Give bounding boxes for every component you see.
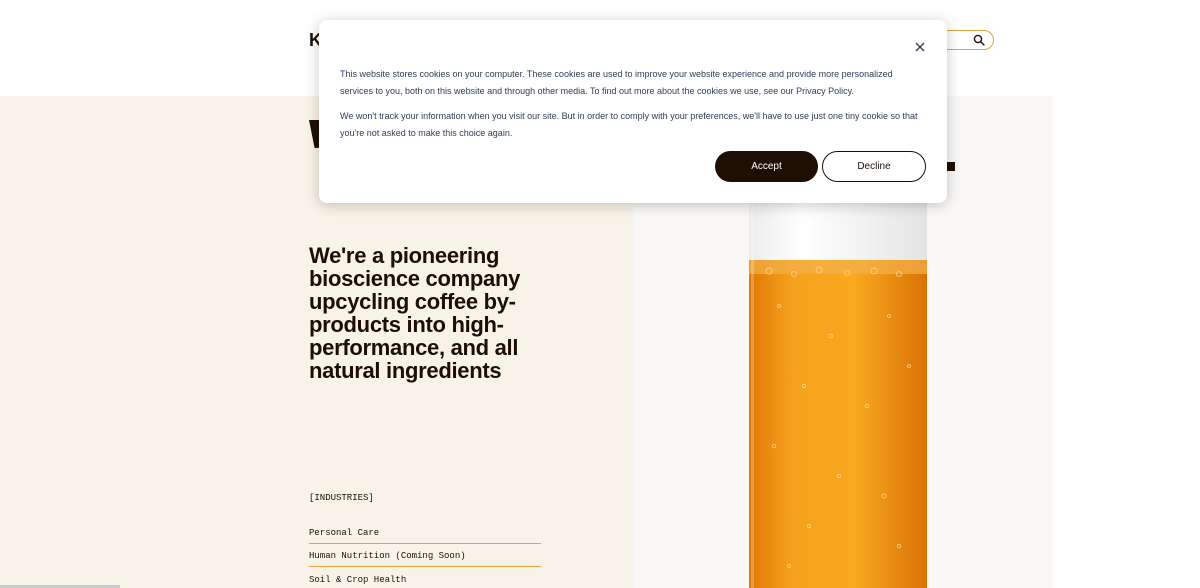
test-tube-image <box>749 196 927 588</box>
cookie-policy-text: This website stores cookies on your comp… <box>340 69 893 96</box>
industries-label: [INDUSTRIES] <box>309 493 374 503</box>
industry-link-soil-crop-health[interactable]: Soil & Crop Health <box>309 571 541 588</box>
hero-right-margin <box>1053 96 1200 588</box>
decorative-square <box>946 162 955 171</box>
industry-link-personal-care[interactable]: Personal Care <box>309 524 541 544</box>
decline-button[interactable]: Decline <box>822 151 926 182</box>
industry-link-human-nutrition[interactable]: Human Nutrition (Coming Soon) <box>309 547 541 567</box>
cookie-consent-dialog: This website stores cookies on your comp… <box>319 20 947 203</box>
search-icon[interactable] <box>971 32 987 48</box>
accept-button[interactable]: Accept <box>715 151 818 182</box>
close-icon[interactable] <box>913 40 927 54</box>
hero-headline: We're a pioneering bioscience company up… <box>309 243 521 383</box>
cookie-tracking-text: We won't track your information when you… <box>340 111 918 138</box>
